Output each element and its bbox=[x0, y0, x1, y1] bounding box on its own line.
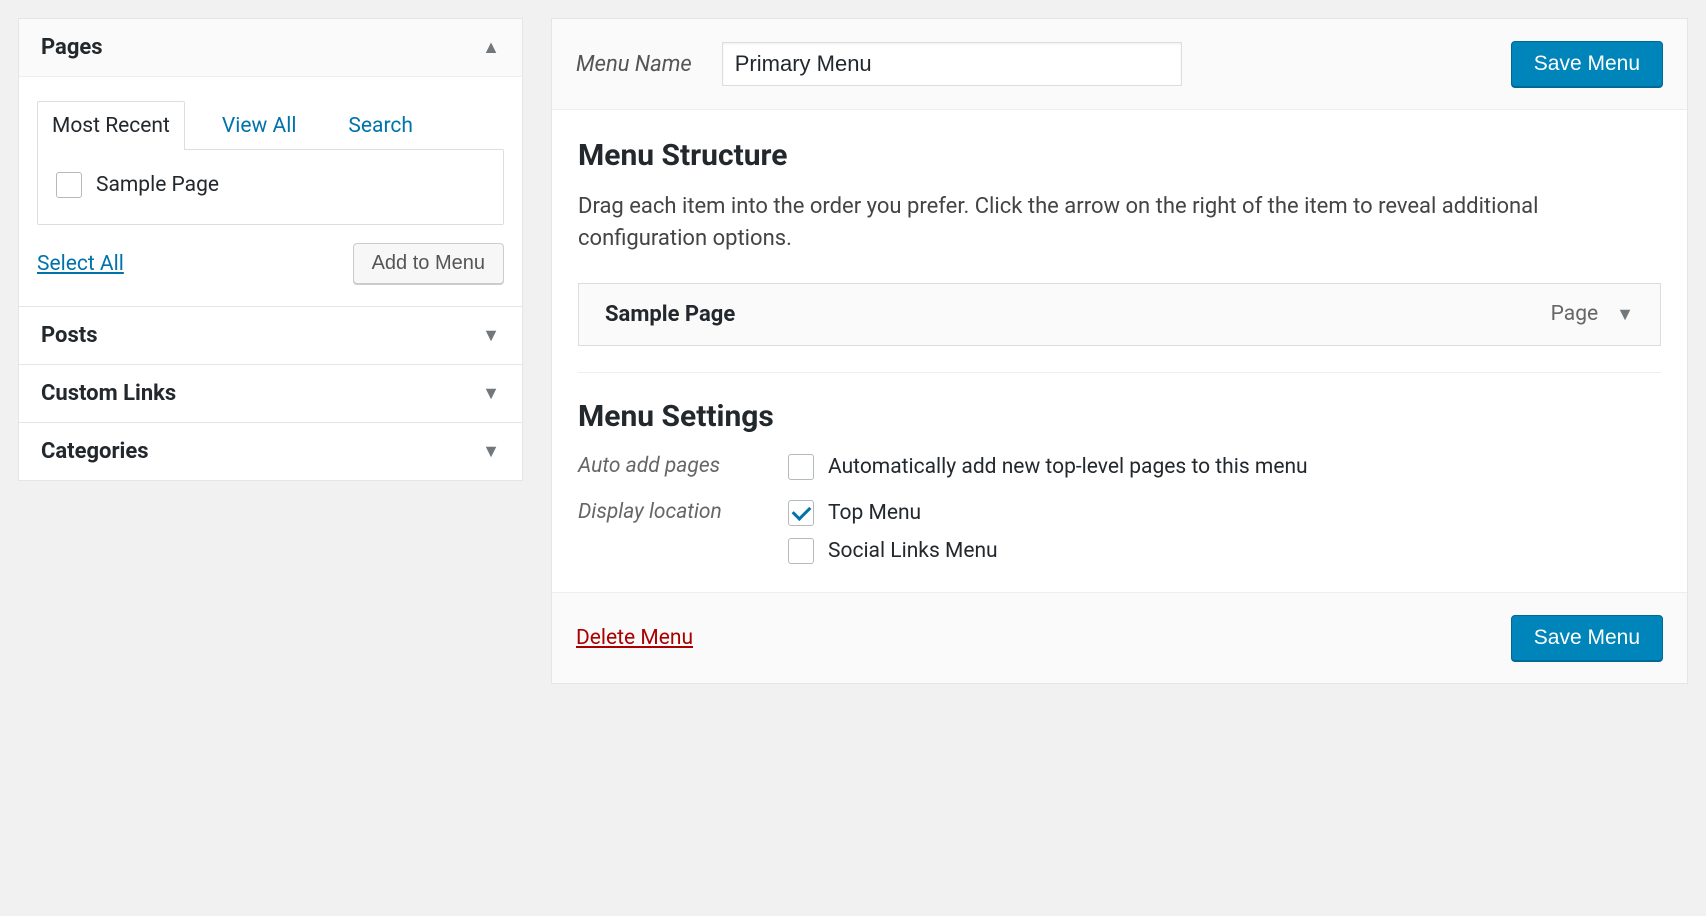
pages-footer: Select All Add to Menu bbox=[37, 225, 504, 284]
metabox-sidebar: Pages ▲ Most Recent View All Search Sa bbox=[18, 18, 523, 481]
setting-display-location: Display location Top Menu Social Links M… bbox=[578, 500, 1661, 564]
tabs-nav: Most Recent View All Search bbox=[37, 101, 504, 149]
chevron-up-icon: ▲ bbox=[482, 37, 500, 58]
save-menu-button-top[interactable]: Save Menu bbox=[1511, 41, 1663, 87]
menu-name-label: Menu Name bbox=[576, 52, 692, 77]
display-location-option-label: Top Menu bbox=[828, 501, 921, 525]
metabox-pages-body: Most Recent View All Search Sample Page bbox=[19, 77, 522, 306]
menu-editor: Menu Name Save Menu Menu Structure Drag … bbox=[551, 18, 1688, 684]
metabox-posts-header[interactable]: Posts ▼ bbox=[19, 307, 522, 364]
setting-display-location-label: Display location bbox=[578, 500, 768, 524]
tab-panel-most-recent: Sample Page bbox=[38, 150, 503, 224]
pages-tabs: Most Recent View All Search Sample Page bbox=[37, 101, 504, 225]
metabox-posts: Posts ▼ bbox=[18, 307, 523, 365]
checkbox[interactable] bbox=[56, 172, 82, 198]
page-item-label: Sample Page bbox=[96, 173, 219, 197]
delete-menu-link[interactable]: Delete Menu bbox=[576, 626, 693, 650]
metabox-pages-header[interactable]: Pages ▲ bbox=[19, 19, 522, 77]
tab-most-recent[interactable]: Most Recent bbox=[37, 101, 185, 150]
setting-auto-add-option-label: Automatically add new top-level pages to… bbox=[828, 455, 1308, 479]
chevron-down-icon: ▼ bbox=[482, 325, 500, 346]
add-to-menu-button[interactable]: Add to Menu bbox=[353, 243, 504, 284]
setting-auto-add-label: Auto add pages bbox=[578, 454, 768, 478]
metabox-pages-title: Pages bbox=[41, 35, 103, 60]
metabox-categories: Categories ▼ bbox=[18, 423, 523, 481]
save-menu-button-bottom[interactable]: Save Menu bbox=[1511, 615, 1663, 661]
checkbox[interactable] bbox=[788, 454, 814, 480]
menu-item-title: Sample Page bbox=[605, 302, 735, 327]
metabox-custom-links: Custom Links ▼ bbox=[18, 365, 523, 423]
menu-item-meta: Page ▼ bbox=[1551, 302, 1634, 326]
display-location-option-top-menu[interactable]: Top Menu bbox=[788, 500, 998, 526]
checkbox[interactable] bbox=[788, 538, 814, 564]
metabox-pages: Pages ▲ Most Recent View All Search Sa bbox=[18, 18, 523, 307]
chevron-down-icon: ▼ bbox=[482, 383, 500, 404]
metabox-custom-links-header[interactable]: Custom Links ▼ bbox=[19, 365, 522, 422]
tab-search[interactable]: Search bbox=[333, 101, 428, 150]
menu-structure-description: Drag each item into the order you prefer… bbox=[578, 191, 1661, 255]
divider bbox=[578, 372, 1661, 373]
menu-name-input[interactable] bbox=[722, 42, 1182, 86]
display-location-option-label: Social Links Menu bbox=[828, 539, 998, 563]
menu-header: Menu Name Save Menu bbox=[552, 19, 1687, 110]
metabox-categories-title: Categories bbox=[41, 439, 149, 464]
menu-structure-section: Menu Structure Drag each item into the o… bbox=[552, 110, 1687, 592]
menu-structure-heading: Menu Structure bbox=[578, 138, 1661, 173]
page-item[interactable]: Sample Page bbox=[56, 172, 485, 198]
menu-settings-heading: Menu Settings bbox=[578, 399, 1661, 434]
menu-item-type: Page bbox=[1551, 302, 1599, 326]
select-all-link[interactable]: Select All bbox=[37, 252, 124, 276]
metabox-categories-header[interactable]: Categories ▼ bbox=[19, 423, 522, 480]
chevron-down-icon[interactable]: ▼ bbox=[1616, 304, 1634, 325]
menu-item[interactable]: Sample Page Page ▼ bbox=[578, 283, 1661, 346]
metabox-posts-title: Posts bbox=[41, 323, 98, 348]
tab-panel-border: Sample Page bbox=[37, 149, 504, 225]
menu-footer: Delete Menu Save Menu bbox=[552, 592, 1687, 683]
tab-view-all[interactable]: View All bbox=[207, 101, 312, 150]
setting-auto-add-option[interactable]: Automatically add new top-level pages to… bbox=[788, 454, 1308, 480]
chevron-down-icon: ▼ bbox=[482, 441, 500, 462]
checkbox[interactable] bbox=[788, 500, 814, 526]
setting-auto-add: Auto add pages Automatically add new top… bbox=[578, 454, 1661, 480]
display-location-option-social-links[interactable]: Social Links Menu bbox=[788, 538, 998, 564]
metabox-custom-links-title: Custom Links bbox=[41, 381, 176, 406]
